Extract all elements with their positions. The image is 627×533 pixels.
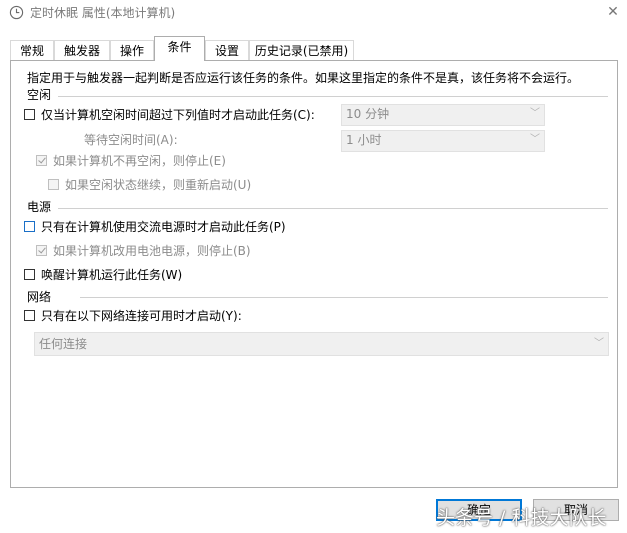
section-divider [58,96,608,97]
wait-idle-label: 等待空闲时间(A): [84,133,178,147]
stop-if-not-idle-checkbox[interactable] [36,155,47,166]
wake-computer-label: 唤醒计算机运行此任务(W) [41,268,183,282]
stop-on-battery-checkbox[interactable] [36,245,47,256]
section-divider [80,297,608,298]
tab-actions[interactable]: 操作 [110,40,154,61]
wake-computer-checkbox[interactable] [24,269,35,280]
tab-history[interactable]: 历史记录(已禁用) [249,40,354,61]
section-divider [58,208,608,209]
idle-duration-combo[interactable]: 10 分钟 ﹀ [341,104,545,126]
idle-duration-value: 10 分钟 [346,107,390,121]
network-only-checkbox[interactable] [24,310,35,321]
stop-on-battery-label: 如果计算机改用电池电源，则停止(B) [53,244,251,258]
window-title: 定时休眠 属性(本地计算机) [30,6,176,20]
restart-if-idle-checkbox[interactable] [48,179,59,190]
tab-settings[interactable]: 设置 [205,40,249,61]
section-power-label: 电源 [27,200,52,214]
section-idle-label: 空闲 [27,88,52,102]
tab-general[interactable]: 常规 [10,40,54,61]
network-connection-combo[interactable]: 任何连接 ﹀ [34,332,609,356]
title-bar: 定时休眠 属性(本地计算机) ✕ [0,0,627,30]
clock-icon [9,5,24,20]
start-if-idle-checkbox[interactable] [24,109,35,120]
watermark-text: 头条号 / 科技大队长 [436,507,607,529]
section-network-label: 网络 [27,290,52,304]
stop-if-not-idle-label: 如果计算机不再空闲，则停止(E) [53,154,226,168]
intro-text: 指定用于与触发器一起判断是否应运行该任务的条件。如果这里指定的条件不是真，该任务… [27,71,580,85]
wait-idle-combo[interactable]: 1 小时 ﹀ [341,130,545,152]
ac-power-label: 只有在计算机使用交流电源时才启动此任务(P) [41,220,286,234]
restart-if-idle-label: 如果空闲状态继续，则重新启动(U) [65,178,252,192]
tab-triggers[interactable]: 触发器 [54,40,110,61]
network-only-label: 只有在以下网络连接可用时才启动(Y): [41,309,242,323]
network-connection-value: 任何连接 [39,337,88,351]
chevron-down-icon: ﹀ [530,134,540,145]
tab-conditions[interactable]: 条件 [154,36,205,61]
chevron-down-icon: ﹀ [594,338,604,349]
ac-power-checkbox[interactable] [24,221,35,232]
close-icon[interactable]: ✕ [604,3,622,21]
wait-idle-value: 1 小时 [346,133,382,147]
start-if-idle-label: 仅当计算机空闲时间超过下列值时才启动此任务(C): [41,108,315,122]
chevron-down-icon: ﹀ [530,108,540,119]
